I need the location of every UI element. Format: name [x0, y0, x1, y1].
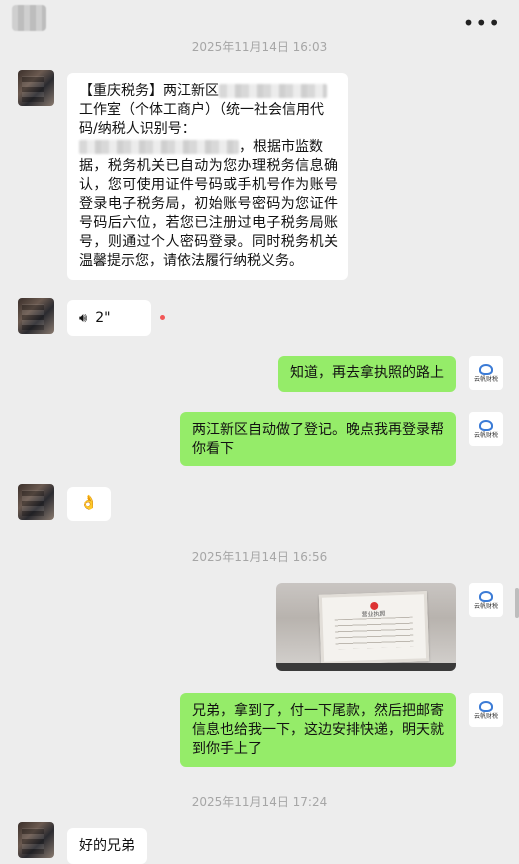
avatar-contact[interactable]	[18, 70, 54, 106]
avatar-label: 云帆财税	[473, 431, 498, 439]
license-text-lines	[334, 616, 414, 650]
avatar-self[interactable]: 云帆财税	[469, 412, 503, 446]
voice-duration: 2"	[95, 309, 111, 326]
avatar-label: 云帆财税	[473, 375, 498, 383]
company-logo-icon	[479, 419, 493, 431]
photo-bottom-bar	[276, 663, 456, 671]
message-bubble-incoming[interactable]: 好的兄弟	[67, 828, 147, 864]
avatar-self[interactable]: 云帆财税	[469, 693, 503, 727]
avatar-contact[interactable]	[18, 484, 54, 520]
message-text: 工作室（个体工商户）（统一社会信用代	[79, 102, 324, 118]
ok-hand-emoji: 👌	[80, 495, 98, 511]
avatar-label: 云帆财税	[473, 712, 498, 720]
avatar-self[interactable]: 云帆财税	[469, 583, 503, 617]
avatar-contact[interactable]	[18, 822, 54, 858]
more-dots-icon[interactable]: •••	[463, 13, 501, 33]
message-bubble-outgoing[interactable]: 兄弟，拿到了，付一下尾款，然后把邮寄信息也给我一下，这边安排快递，明天就到你手上…	[180, 693, 456, 767]
message-text: 兄弟，拿到了，付一下尾款，然后把邮寄信息也给我一下，这边安排快递，明天就到你手上…	[192, 703, 444, 757]
emoji-message-bubble[interactable]: 👌	[67, 487, 111, 521]
redacted-block	[79, 140, 239, 154]
voice-message-bubble[interactable]: 🔊︎ 2"	[67, 300, 151, 336]
message-bubble-outgoing[interactable]: 知道，再去拿执照的路上	[278, 356, 456, 392]
avatar-contact[interactable]	[18, 298, 54, 334]
avatar-self[interactable]: 云帆财税	[469, 356, 503, 390]
message-bubble-tax-notice[interactable]: 【重庆税务】两江新区 工作室（个体工商户）（统一社会信用代 码/纳税人识别号： …	[67, 73, 348, 280]
company-logo-icon	[479, 363, 493, 375]
company-logo-icon	[479, 590, 493, 602]
voice-wave-icon: 🔊︎	[79, 310, 88, 326]
timestamp: 2025年11月14日 16:03	[191, 40, 328, 54]
timestamp: 2025年11月14日 17:24	[191, 795, 328, 809]
message-text: 码/纳税人识别号：	[79, 121, 196, 134]
image-message-business-license[interactable]: 营业执照	[276, 583, 456, 671]
company-logo-icon	[479, 700, 493, 712]
avatar-label: 云帆财税	[473, 602, 498, 610]
message-text: 好的兄弟	[79, 838, 135, 854]
timestamp: 2025年11月14日 16:56	[191, 550, 328, 564]
license-document-image: 营业执照	[318, 591, 430, 665]
message-text: 【重庆税务】两江新区	[79, 83, 219, 99]
chat-title-blurred	[12, 5, 46, 31]
message-text: 知道，再去拿执照的路上	[290, 365, 444, 381]
redacted-block	[219, 84, 327, 98]
message-bubble-outgoing[interactable]: 两江新区自动做了登记。晚点我再登录帮你看下	[180, 412, 456, 466]
unread-voice-dot	[160, 315, 165, 320]
message-text: ，根据市监数	[239, 139, 323, 155]
message-text: 据，税务机关已自动为您办理税务信息确认，您可使用证件号码或手机号作为账号登录电子…	[79, 158, 338, 269]
scrollbar-handle[interactable]	[515, 588, 519, 618]
message-text: 两江新区自动做了登记。晚点我再登录帮你看下	[192, 422, 444, 457]
